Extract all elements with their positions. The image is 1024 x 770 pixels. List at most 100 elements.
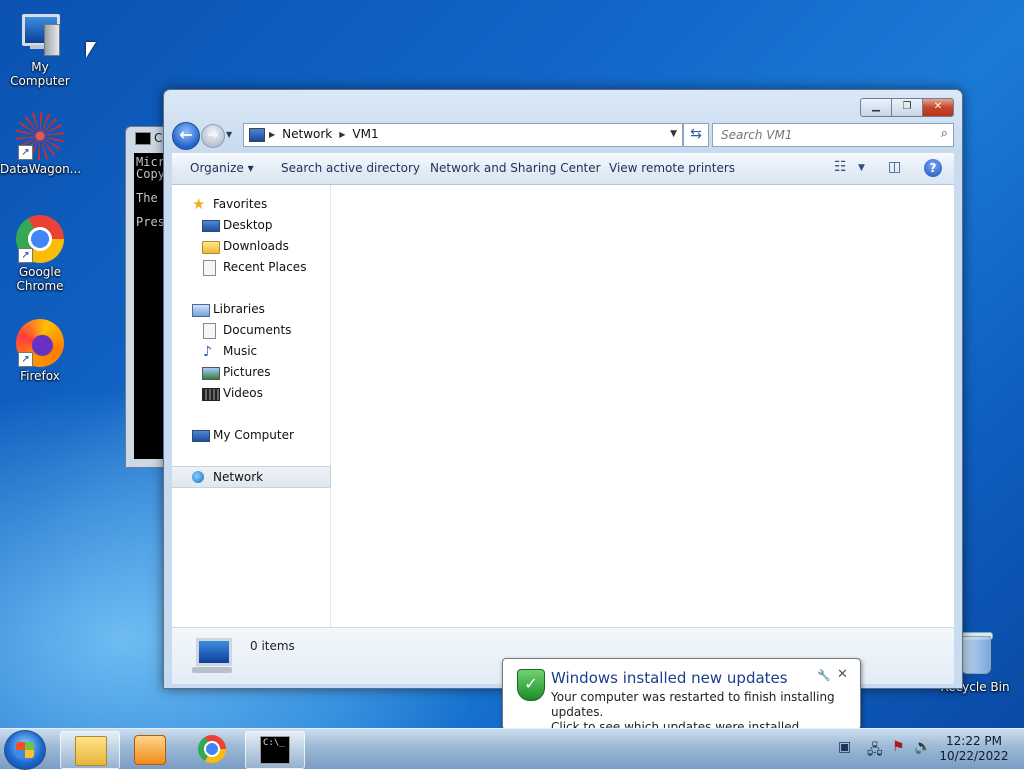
nav-my-computer[interactable]: My Computer — [172, 425, 330, 445]
desktop-icon — [202, 220, 220, 232]
cmd-icon — [135, 132, 151, 145]
refresh-button[interactable]: ⇆ — [683, 123, 709, 147]
help-button[interactable]: ? — [924, 159, 942, 177]
music-note-icon: ♪ — [203, 344, 212, 360]
computer-icon — [192, 638, 234, 674]
nav-libraries[interactable]: Libraries — [172, 299, 330, 319]
search-box[interactable]: ⌕ — [712, 123, 954, 147]
update-notification[interactable]: ✓ Windows installed new updates Your com… — [502, 658, 861, 728]
nav-recent-places[interactable]: Recent Places — [172, 257, 330, 277]
item-count: 0 items — [250, 639, 295, 653]
address-bar[interactable]: ▶ Network ▶ VM1 ▼ — [243, 123, 683, 147]
nav-label: Favorites — [213, 197, 268, 211]
navigation-pane[interactable]: ★ Favorites Desktop Downloads Recent Plac… — [172, 185, 331, 627]
cmd-line: Pres — [136, 215, 165, 229]
network-sharing-center-button[interactable]: Network and Sharing Center — [430, 161, 601, 175]
desktop-icon-google-chrome[interactable]: ↗ Google Chrome — [0, 215, 80, 293]
computer-icon — [192, 430, 210, 442]
close-button[interactable]: ✕ — [922, 98, 954, 117]
shortcut-arrow-icon: ↗ — [18, 352, 33, 367]
breadcrumb-network[interactable]: Network — [282, 127, 332, 141]
taskbar-chrome[interactable] — [182, 731, 240, 767]
taskbar-command-prompt[interactable]: C:\_ — [245, 731, 305, 769]
restore-button[interactable]: ❐ — [891, 98, 923, 117]
volume-icon[interactable]: 🔊 — [914, 739, 931, 755]
search-icon[interactable]: ⌕ — [941, 126, 948, 141]
recent-pages-dropdown[interactable]: ▼ — [226, 130, 232, 139]
nav-desktop[interactable]: Desktop — [172, 215, 330, 235]
explorer-window[interactable]: ▁ ❐ ✕ ← → ▼ ▶ Network ▶ VM1 ▼ ⇆ ⌕ Organize … — [163, 89, 963, 689]
nav-downloads[interactable]: Downloads — [172, 236, 330, 256]
search-input[interactable] — [719, 124, 923, 146]
preview-pane-icon[interactable]: ◫ — [888, 159, 901, 175]
clock-date: 10/22/2022 — [939, 749, 1009, 763]
network-tray-icon[interactable]: 🖧 — [867, 739, 883, 763]
nav-pictures[interactable]: Pictures — [172, 362, 330, 382]
documents-icon — [203, 323, 216, 339]
media-player-icon — [134, 735, 166, 765]
desktop: My Computer ↗ DataWagon... ↗ Google Chro… — [0, 0, 1024, 728]
breadcrumb-chevron-icon[interactable]: ▶ — [339, 130, 345, 139]
nav-label: My Computer — [213, 428, 294, 442]
desktop-icon-datawagon[interactable]: ↗ DataWagon... — [0, 112, 82, 176]
libraries-icon — [192, 304, 210, 317]
action-center-flag-icon[interactable]: ⚑ — [892, 739, 905, 755]
taskbar-explorer[interactable] — [60, 731, 120, 769]
search-active-directory-button[interactable]: Search active directory — [281, 161, 420, 175]
breadcrumb-vm1[interactable]: VM1 — [352, 127, 378, 141]
firefox-icon: ↗ — [16, 319, 64, 367]
organize-button[interactable]: Organize ▾ — [190, 161, 254, 175]
nav-label: Downloads — [223, 239, 289, 253]
network-location-icon — [249, 128, 265, 142]
nav-videos[interactable]: Videos — [172, 383, 330, 403]
organize-label: Organize — [190, 161, 244, 175]
nav-network[interactable]: Network — [172, 466, 331, 488]
start-button[interactable] — [4, 730, 46, 770]
recent-places-icon — [203, 260, 216, 276]
desktop-icon-my-computer[interactable]: My Computer — [0, 10, 80, 88]
organize-chevron-icon: ▾ — [247, 161, 254, 175]
nav-documents[interactable]: Documents — [172, 320, 330, 340]
terminal-icon: C:\_ — [260, 736, 290, 764]
file-list-pane[interactable] — [331, 185, 954, 627]
nav-music[interactable]: ♪ Music — [172, 341, 330, 361]
clock[interactable]: 12:22 PM 10/22/2022 — [930, 734, 1018, 764]
shortcut-arrow-icon: ↗ — [18, 248, 33, 263]
chrome-icon: ↗ — [16, 215, 64, 263]
close-icon[interactable]: ✕ — [837, 667, 848, 682]
nav-favorites[interactable]: ★ Favorites — [172, 194, 330, 214]
view-dropdown-icon[interactable]: ▼ — [858, 163, 865, 173]
notification-text: Your computer was restarted to finish in… — [551, 690, 860, 728]
back-button[interactable]: ← — [172, 122, 200, 150]
view-remote-printers-button[interactable]: View remote printers — [609, 161, 735, 175]
taskbar-media-player[interactable] — [120, 731, 178, 767]
address-dropdown-icon[interactable]: ▼ — [670, 129, 677, 139]
desktop-icon-label: DataWagon... — [0, 162, 82, 176]
computer-icon — [16, 10, 64, 58]
update-tray-icon[interactable]: ▣ — [838, 739, 851, 755]
desktop-icon-label: Google Chrome — [16, 265, 64, 293]
desktop-icon-firefox[interactable]: ↗ Firefox — [0, 319, 80, 383]
nav-label: Pictures — [223, 365, 271, 379]
forward-button[interactable]: → — [201, 124, 225, 148]
folder-icon — [75, 736, 107, 766]
options-wrench-icon[interactable]: 🔧 — [817, 669, 831, 682]
nav-label: Documents — [223, 323, 292, 337]
datawagon-icon: ↗ — [16, 112, 64, 160]
nav-label: Network — [213, 470, 264, 484]
chrome-icon — [198, 735, 226, 763]
desktop-icon-label: Firefox — [20, 369, 60, 383]
videos-film-icon — [202, 388, 220, 401]
navigation-row: ← → ▼ ▶ Network ▶ VM1 ▼ ⇆ ⌕ — [172, 122, 954, 150]
breadcrumb-chevron-icon[interactable]: ▶ — [269, 130, 275, 139]
nav-label: Desktop — [223, 218, 273, 232]
pictures-icon — [202, 367, 220, 380]
notification-title: Windows installed new updates — [551, 669, 788, 687]
minimize-button[interactable]: ▁ — [860, 98, 892, 117]
star-icon: ★ — [192, 195, 206, 213]
nav-label: Libraries — [213, 302, 265, 316]
explorer-content: ★ Favorites Desktop Downloads Recent Plac… — [172, 185, 954, 627]
shield-check-icon: ✓ — [517, 669, 545, 701]
change-view-icon[interactable]: ☷ — [834, 159, 847, 175]
cmd-title: C — [154, 131, 163, 145]
